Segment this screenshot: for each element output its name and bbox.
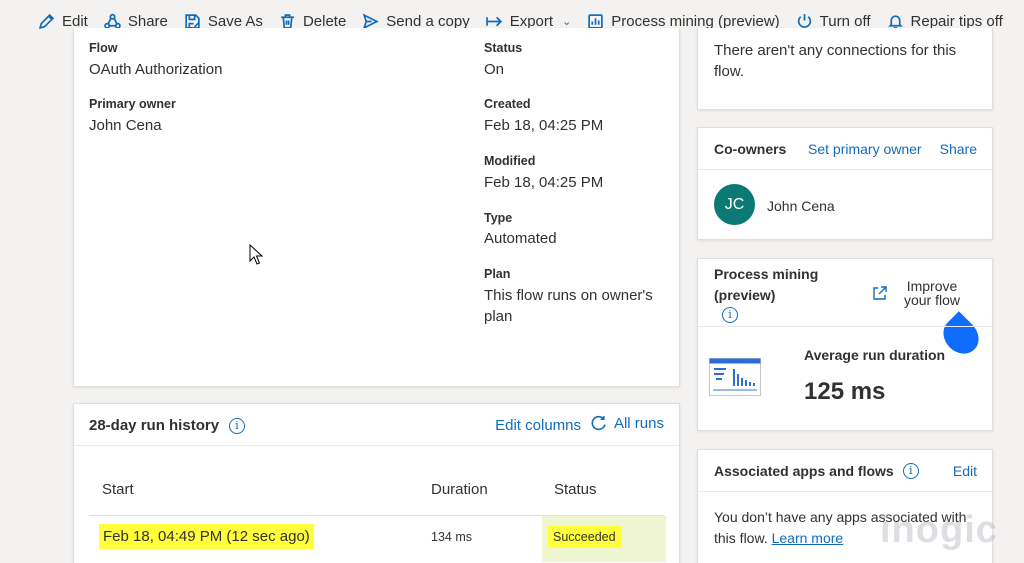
all-runs-link[interactable]: All runs — [590, 415, 664, 432]
connections-text-line2: flow. — [714, 63, 745, 80]
column-header-start[interactable]: Start — [102, 481, 134, 498]
table-row[interactable]: Feb 18, 04:49 PM (12 sec ago) 134 ms Suc… — [89, 516, 666, 562]
run-history-title: 28-day run history — [89, 417, 220, 434]
refresh-icon — [591, 415, 606, 431]
status-badge: Succeeded — [548, 526, 621, 548]
coowners-title: Co-owners — [714, 141, 787, 157]
process-chart-thumbnail — [709, 358, 761, 396]
open-external-icon[interactable] — [872, 285, 888, 301]
created-label: Created — [484, 97, 531, 111]
process-mining-card: Process mining (preview) i Improve your … — [697, 258, 993, 431]
flow-value: OAuth Authorization — [89, 61, 223, 78]
associated-text-line2: this flow. Learn more — [714, 530, 844, 546]
column-header-status[interactable]: Status — [554, 481, 597, 498]
owner-value: John Cena — [89, 117, 162, 134]
flow-label: Flow — [89, 41, 118, 55]
pencil-icon — [38, 13, 55, 30]
process-mining-title-line1: Process mining — [714, 266, 819, 282]
created-value: Feb 18, 04:25 PM — [484, 117, 604, 134]
chevron-down-icon: ⌄ — [562, 16, 572, 28]
avatar: JC — [714, 184, 755, 225]
coowners-share-link[interactable]: Share — [940, 141, 977, 157]
associated-edit-link[interactable]: Edit — [953, 463, 977, 479]
type-value: Automated — [484, 230, 557, 247]
associated-divider — [698, 491, 992, 492]
avg-run-duration-label: Average run duration — [804, 347, 946, 363]
edit-columns-link[interactable]: Edit columns — [495, 417, 581, 434]
status-cell: Succeeded — [542, 516, 666, 562]
details-card: Flow OAuth Authorization Primary owner J… — [73, 28, 680, 387]
modified-label: Modified — [484, 154, 536, 168]
info-icon[interactable]: i — [229, 417, 246, 434]
modified-value: Feb 18, 04:25 PM — [484, 174, 604, 191]
column-header-duration[interactable]: Duration — [431, 481, 488, 498]
associated-info-icon[interactable]: i — [902, 463, 919, 479]
plan-value-line1: This flow runs on owner's — [484, 287, 653, 304]
mouse-cursor-icon — [249, 244, 263, 265]
associated-title: Associated apps and flows — [714, 463, 894, 479]
avg-run-duration-value: 125 ms — [804, 378, 886, 405]
learn-more-link[interactable]: Learn more — [772, 530, 844, 546]
inogic-watermark: inogic — [880, 509, 998, 551]
process-mining-divider — [698, 326, 992, 327]
connections-text-line1: There aren't any connections for this — [714, 42, 957, 59]
coowners-divider — [698, 169, 992, 170]
owner-label: Primary owner — [89, 97, 176, 111]
header-divider — [74, 445, 679, 446]
plan-value-line2: plan — [484, 308, 513, 325]
process-mining-info-icon[interactable]: i — [722, 307, 738, 323]
run-start-time[interactable]: Feb 18, 04:49 PM (12 sec ago) — [99, 524, 314, 549]
type-label: Type — [484, 211, 513, 225]
plan-label: Plan — [484, 267, 511, 281]
connections-card: There aren't any connections for this fl… — [697, 28, 993, 110]
coowners-card: Co-owners Set primary owner Share JC Joh… — [697, 127, 993, 240]
process-mining-title-line2: (preview) — [714, 287, 776, 303]
run-history-card: 28-day run history i Edit columns All ru… — [73, 403, 680, 563]
set-primary-owner-link[interactable]: Set primary owner — [808, 141, 922, 157]
status-value: On — [484, 61, 505, 78]
status-label: Status — [484, 41, 523, 55]
improve-flow-link[interactable]: Improve your flow — [902, 279, 962, 307]
coowner-name: John Cena — [767, 198, 835, 214]
run-duration: 134 ms — [431, 530, 472, 544]
